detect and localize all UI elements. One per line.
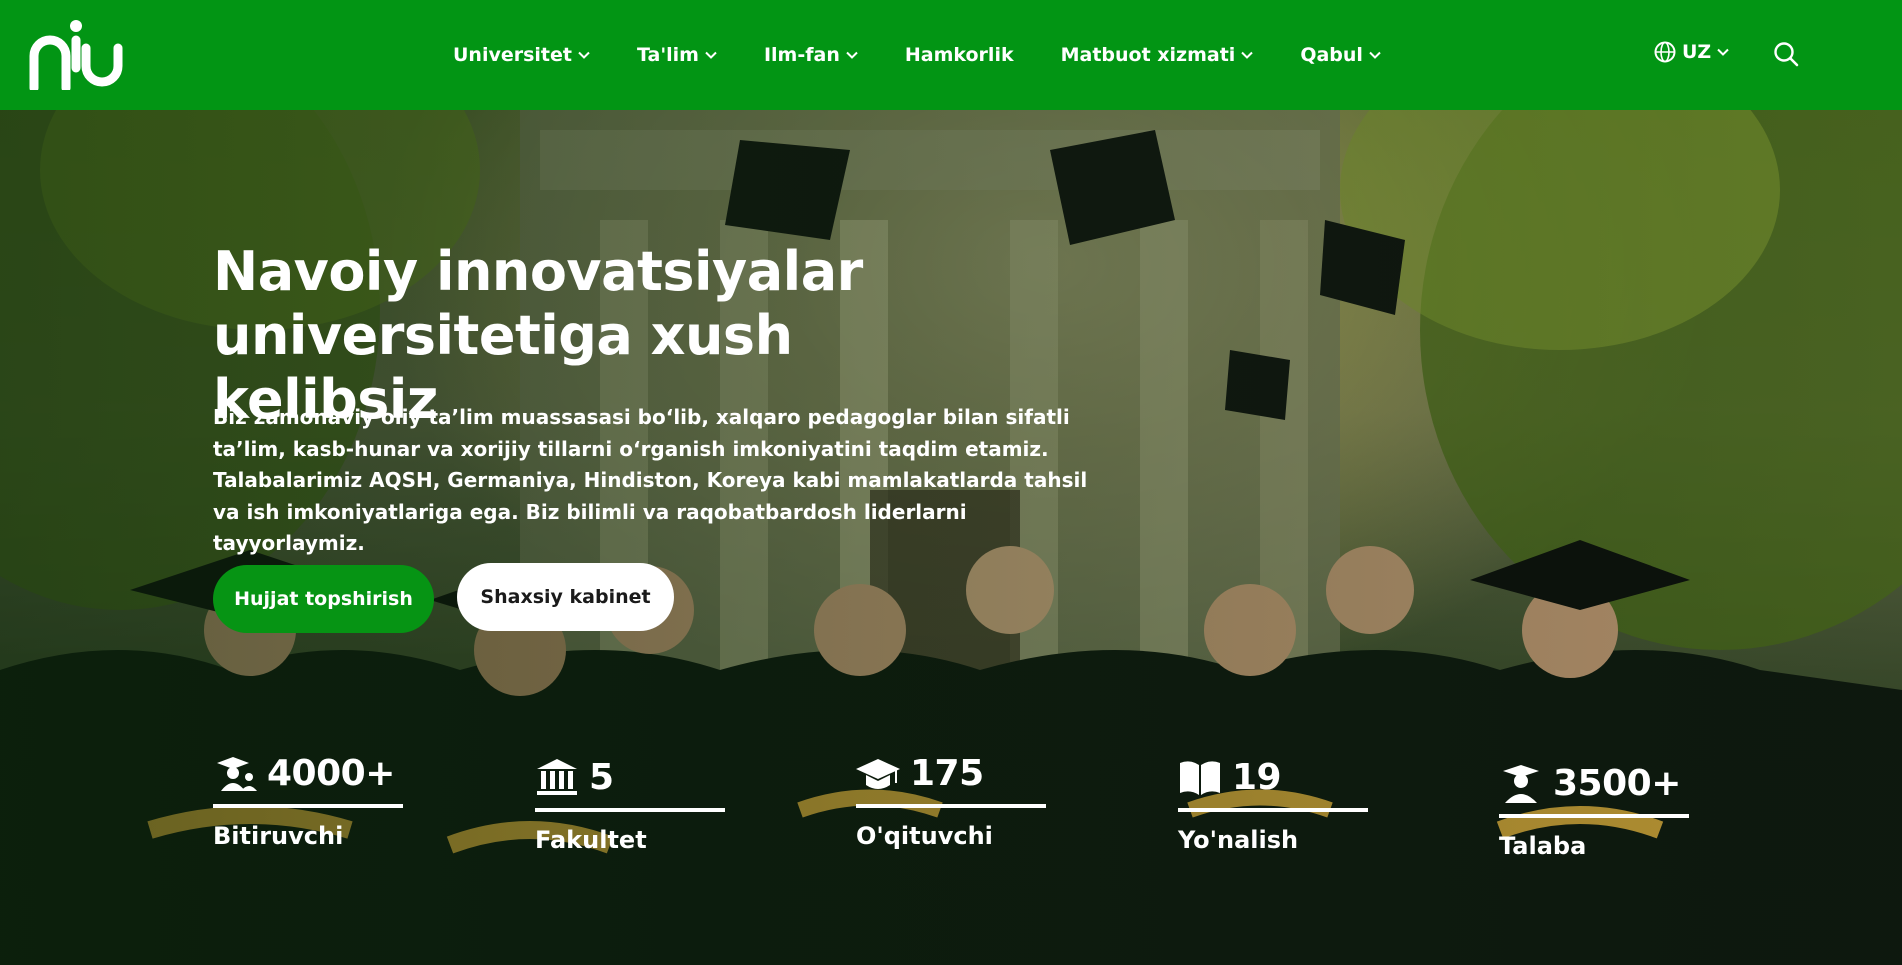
stat-label: Bitiruvchi bbox=[213, 822, 344, 850]
nav-item-qabul[interactable]: Qabul bbox=[1300, 44, 1381, 66]
search-icon[interactable] bbox=[1773, 41, 1799, 67]
nav-item-label: Matbuot xizmati bbox=[1060, 44, 1236, 66]
niu-logo[interactable] bbox=[28, 18, 124, 90]
stat-graduates: 4000+ Bitiruvchi bbox=[213, 750, 403, 850]
nav-item-hamkorlik[interactable]: Hamkorlik bbox=[905, 44, 1014, 66]
chevron-down-icon bbox=[1369, 51, 1381, 59]
stat-students: 3500+ Talaba bbox=[1499, 760, 1689, 860]
nav-item-universitet[interactable]: Universitet bbox=[453, 44, 590, 66]
language-label: UZ bbox=[1682, 41, 1712, 63]
chevron-down-icon bbox=[1241, 51, 1254, 59]
open-book-icon bbox=[1180, 761, 1220, 795]
student-icon bbox=[1503, 765, 1539, 803]
submit-documents-button[interactable]: Hujjat topshirish bbox=[213, 565, 434, 633]
stat-value: 175 bbox=[910, 752, 984, 794]
language-selector[interactable]: UZ bbox=[1654, 41, 1729, 63]
stat-value: 19 bbox=[1232, 756, 1282, 798]
nav-item-label: Qabul bbox=[1300, 44, 1363, 66]
chevron-down-icon bbox=[1717, 48, 1729, 56]
nav-item-talim[interactable]: Ta'lim bbox=[637, 44, 717, 66]
nav-item-label: Ilm-fan bbox=[763, 44, 840, 66]
stat-value: 3500+ bbox=[1553, 762, 1681, 804]
stat-divider bbox=[1178, 808, 1368, 812]
stat-teachers: 175 O'qituvchi bbox=[856, 750, 1046, 850]
stat-divider bbox=[1499, 814, 1689, 818]
stat-label: Fakultet bbox=[535, 826, 647, 854]
stat-value: 4000+ bbox=[267, 752, 395, 794]
chevron-down-icon bbox=[578, 51, 590, 59]
hero-section: Navoiy innovatsiyalar universitetiga xus… bbox=[0, 110, 1902, 965]
stat-divider bbox=[856, 804, 1046, 808]
globe-icon bbox=[1654, 41, 1676, 63]
stat-divider bbox=[535, 808, 725, 812]
nav-item-matbuot-xizmati[interactable]: Matbuot xizmati bbox=[1061, 44, 1254, 66]
chevron-down-icon bbox=[705, 51, 717, 59]
institution-icon bbox=[537, 759, 577, 795]
graduate-group-icon bbox=[217, 757, 257, 791]
graduation-cap-icon bbox=[856, 759, 900, 789]
main-nav: Universitet Ta'lim Ilm-fan Hamkorlik Mat… bbox=[453, 0, 1428, 110]
stat-divider bbox=[213, 804, 403, 808]
nav-item-ilm-fan[interactable]: Ilm-fan bbox=[764, 44, 858, 66]
hero-description: Biz zamonaviy oliy ta’lim muassasasi bo‘… bbox=[213, 405, 1088, 555]
stat-value: 5 bbox=[589, 756, 614, 798]
nav-item-label: Hamkorlik bbox=[904, 44, 1014, 66]
nav-item-label: Ta'lim bbox=[636, 44, 699, 66]
stat-faculties: 5 Fakultet bbox=[535, 754, 725, 854]
stat-label: Yo'nalish bbox=[1178, 826, 1299, 854]
nav-item-label: Universitet bbox=[453, 44, 572, 66]
chevron-down-icon bbox=[846, 51, 858, 59]
stat-label: O'qituvchi bbox=[856, 822, 993, 850]
hero-title-line1: Navoiy innovatsiyalar bbox=[213, 240, 863, 303]
personal-cabinet-button[interactable]: Shaxsiy kabinet bbox=[457, 563, 674, 631]
site-header: Universitet Ta'lim Ilm-fan Hamkorlik Mat… bbox=[0, 0, 1902, 110]
stat-label: Talaba bbox=[1499, 832, 1587, 860]
stat-directions: 19 Yo'nalish bbox=[1178, 754, 1368, 854]
